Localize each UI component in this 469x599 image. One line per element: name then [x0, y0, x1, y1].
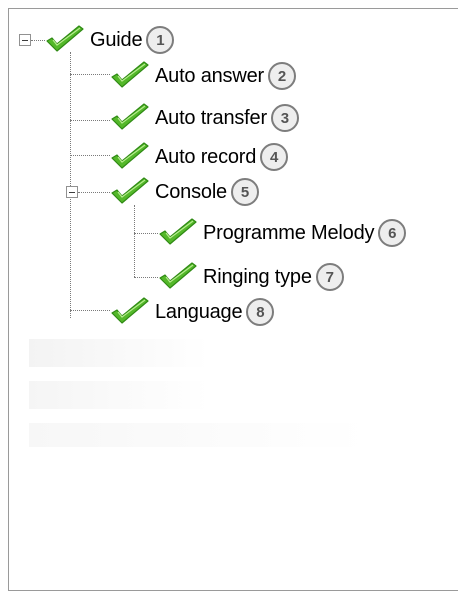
- check-icon: [159, 218, 197, 245]
- tree-line: [134, 277, 158, 278]
- check-icon: [111, 297, 149, 324]
- tree-item-label: Console: [155, 180, 227, 203]
- faded-background-artifact: [29, 381, 209, 409]
- collapse-toggle-console[interactable]: [66, 186, 78, 198]
- tree-line: [70, 120, 110, 121]
- tree-line: [70, 310, 110, 311]
- tree-item-auto-record[interactable]: Auto record 4: [109, 139, 289, 175]
- tree-line: [31, 40, 45, 41]
- tree-item-label: Auto transfer: [155, 106, 267, 129]
- tree-line: [70, 74, 110, 75]
- tree-item-guide[interactable]: Guide 1: [44, 22, 175, 58]
- tree-item-label: Language: [155, 300, 243, 323]
- tree-line: [134, 205, 135, 277]
- tree-item-label: Programme Melody: [203, 221, 375, 244]
- tree-line: [70, 155, 110, 156]
- callout-badge: 7: [315, 263, 344, 291]
- tree-panel[interactable]: Guide 1 Auto answer 2 Auto transfer 3 Au…: [8, 8, 458, 591]
- check-icon: [111, 177, 149, 204]
- tree-item-language[interactable]: Language 8: [109, 294, 275, 330]
- callout-badge: 4: [260, 143, 289, 171]
- check-icon: [111, 103, 149, 130]
- tree-item-label: Ringing type: [203, 265, 312, 288]
- tree-item-label: Guide: [90, 28, 143, 51]
- callout-badge: 3: [270, 104, 299, 132]
- callout-badge: 8: [246, 298, 275, 326]
- tree-item-auto-answer[interactable]: Auto answer 2: [109, 58, 296, 94]
- callout-badge: 1: [146, 26, 175, 54]
- tree-line: [134, 233, 158, 234]
- callout-badge: 5: [230, 178, 259, 206]
- tree-item-console[interactable]: Console 5: [109, 174, 259, 210]
- tree-line: [78, 192, 110, 193]
- tree-item-auto-transfer[interactable]: Auto transfer 3: [109, 100, 299, 136]
- check-icon: [159, 262, 197, 289]
- callout-badge: 6: [378, 219, 407, 247]
- faded-background-artifact: [29, 423, 369, 447]
- check-icon: [111, 142, 149, 169]
- tree-item-label: Auto answer: [155, 64, 264, 87]
- check-icon: [46, 25, 84, 52]
- tree-line: [70, 52, 71, 318]
- tree-item-ringing-type[interactable]: Ringing type 7: [157, 259, 344, 295]
- faded-background-artifact: [29, 339, 209, 367]
- callout-badge: 2: [267, 62, 296, 90]
- check-icon: [111, 61, 149, 88]
- collapse-toggle-guide[interactable]: [19, 34, 31, 46]
- tree-item-programme-melody[interactable]: Programme Melody 6: [157, 215, 407, 251]
- tree-item-label: Auto record: [155, 145, 257, 168]
